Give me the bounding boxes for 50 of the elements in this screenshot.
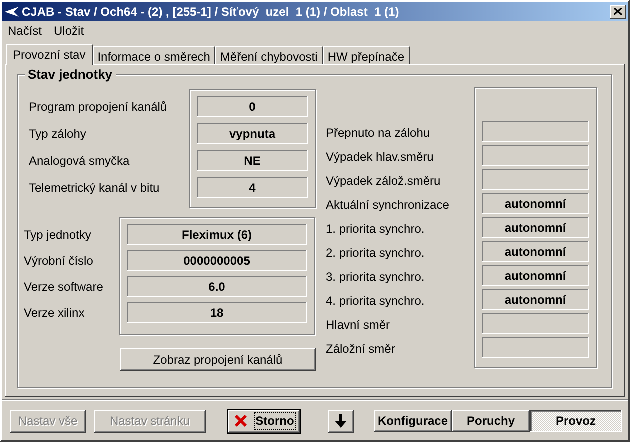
field-label: Verze xilinx — [24, 306, 85, 320]
field-label: Přepnuto na zálohu — [326, 124, 432, 142]
field-label: 1. priorita synchro. — [326, 220, 426, 238]
field-label: Verze software — [24, 280, 104, 294]
field-label: Záložní směr — [326, 340, 396, 358]
field-label: Výpadek hlav.směru — [326, 148, 435, 166]
close-button[interactable] — [610, 4, 626, 18]
value-field: 0000000005 — [127, 250, 307, 271]
down-arrow-icon — [335, 414, 347, 428]
field-label: Telemetrický kanál v bitu — [29, 180, 160, 194]
field-label: Analogová smyčka — [29, 154, 130, 168]
value-field: autonomní — [482, 193, 589, 214]
down-button[interactable] — [328, 410, 354, 432]
tab[interactable]: Měření chybovosti — [215, 46, 323, 64]
field-label: Program propojení kanálů — [29, 100, 168, 114]
value-field: Fleximux (6) — [127, 224, 307, 245]
field-label: Výrobní číslo — [24, 254, 94, 268]
value-field: autonomní — [482, 265, 589, 286]
window-title: CJAB - Stav / Och64 - (2) , [255-1] / Síťový_uzel_1 (1) / Oblast_1 (1) — [22, 4, 400, 18]
value-field: 0 — [197, 96, 308, 117]
field-label: Typ zálohy — [29, 126, 86, 140]
close-icon — [614, 8, 622, 15]
field-label: 3. priorita synchro. — [326, 268, 426, 286]
value-field: autonomní — [482, 289, 589, 310]
value-field: NE — [197, 150, 308, 171]
mode-button[interactable]: Provoz — [530, 410, 622, 432]
app-icon — [5, 6, 19, 16]
tab[interactable]: Provozní stav — [6, 44, 93, 65]
value-field: autonomní — [482, 241, 589, 262]
show-connections-button[interactable]: Zobraz propojení kanálů — [120, 348, 316, 371]
tab[interactable]: HW přepínače — [322, 46, 410, 64]
mode-button[interactable]: Poruchy — [452, 410, 530, 432]
value-field: autonomní — [482, 217, 589, 238]
field-label: Hlavní směr — [326, 316, 392, 334]
field-label: Výpadek zálož.směru — [326, 172, 442, 190]
group-title: Stav jednotky — [25, 67, 116, 82]
cancel-button[interactable]: Storno — [228, 410, 300, 432]
close-icon — [234, 414, 248, 428]
field-label: 4. priorita synchro. — [326, 292, 426, 310]
field-label: 2. priorita synchro. — [326, 244, 426, 262]
menu-item[interactable]: Načíst — [8, 24, 42, 38]
field-label: Typ jednotky — [24, 228, 92, 242]
value-field: vypnuta — [197, 123, 308, 144]
tab[interactable]: Informace o směrech — [92, 46, 216, 64]
menu-item[interactable]: Uložit — [54, 24, 84, 38]
mode-button[interactable]: Konfigurace — [374, 410, 452, 432]
value-field: 18 — [127, 302, 307, 323]
field-label: Aktuální synchronizace — [326, 196, 450, 214]
value-field: 6.0 — [127, 276, 307, 297]
value-field: 4 — [197, 177, 308, 198]
